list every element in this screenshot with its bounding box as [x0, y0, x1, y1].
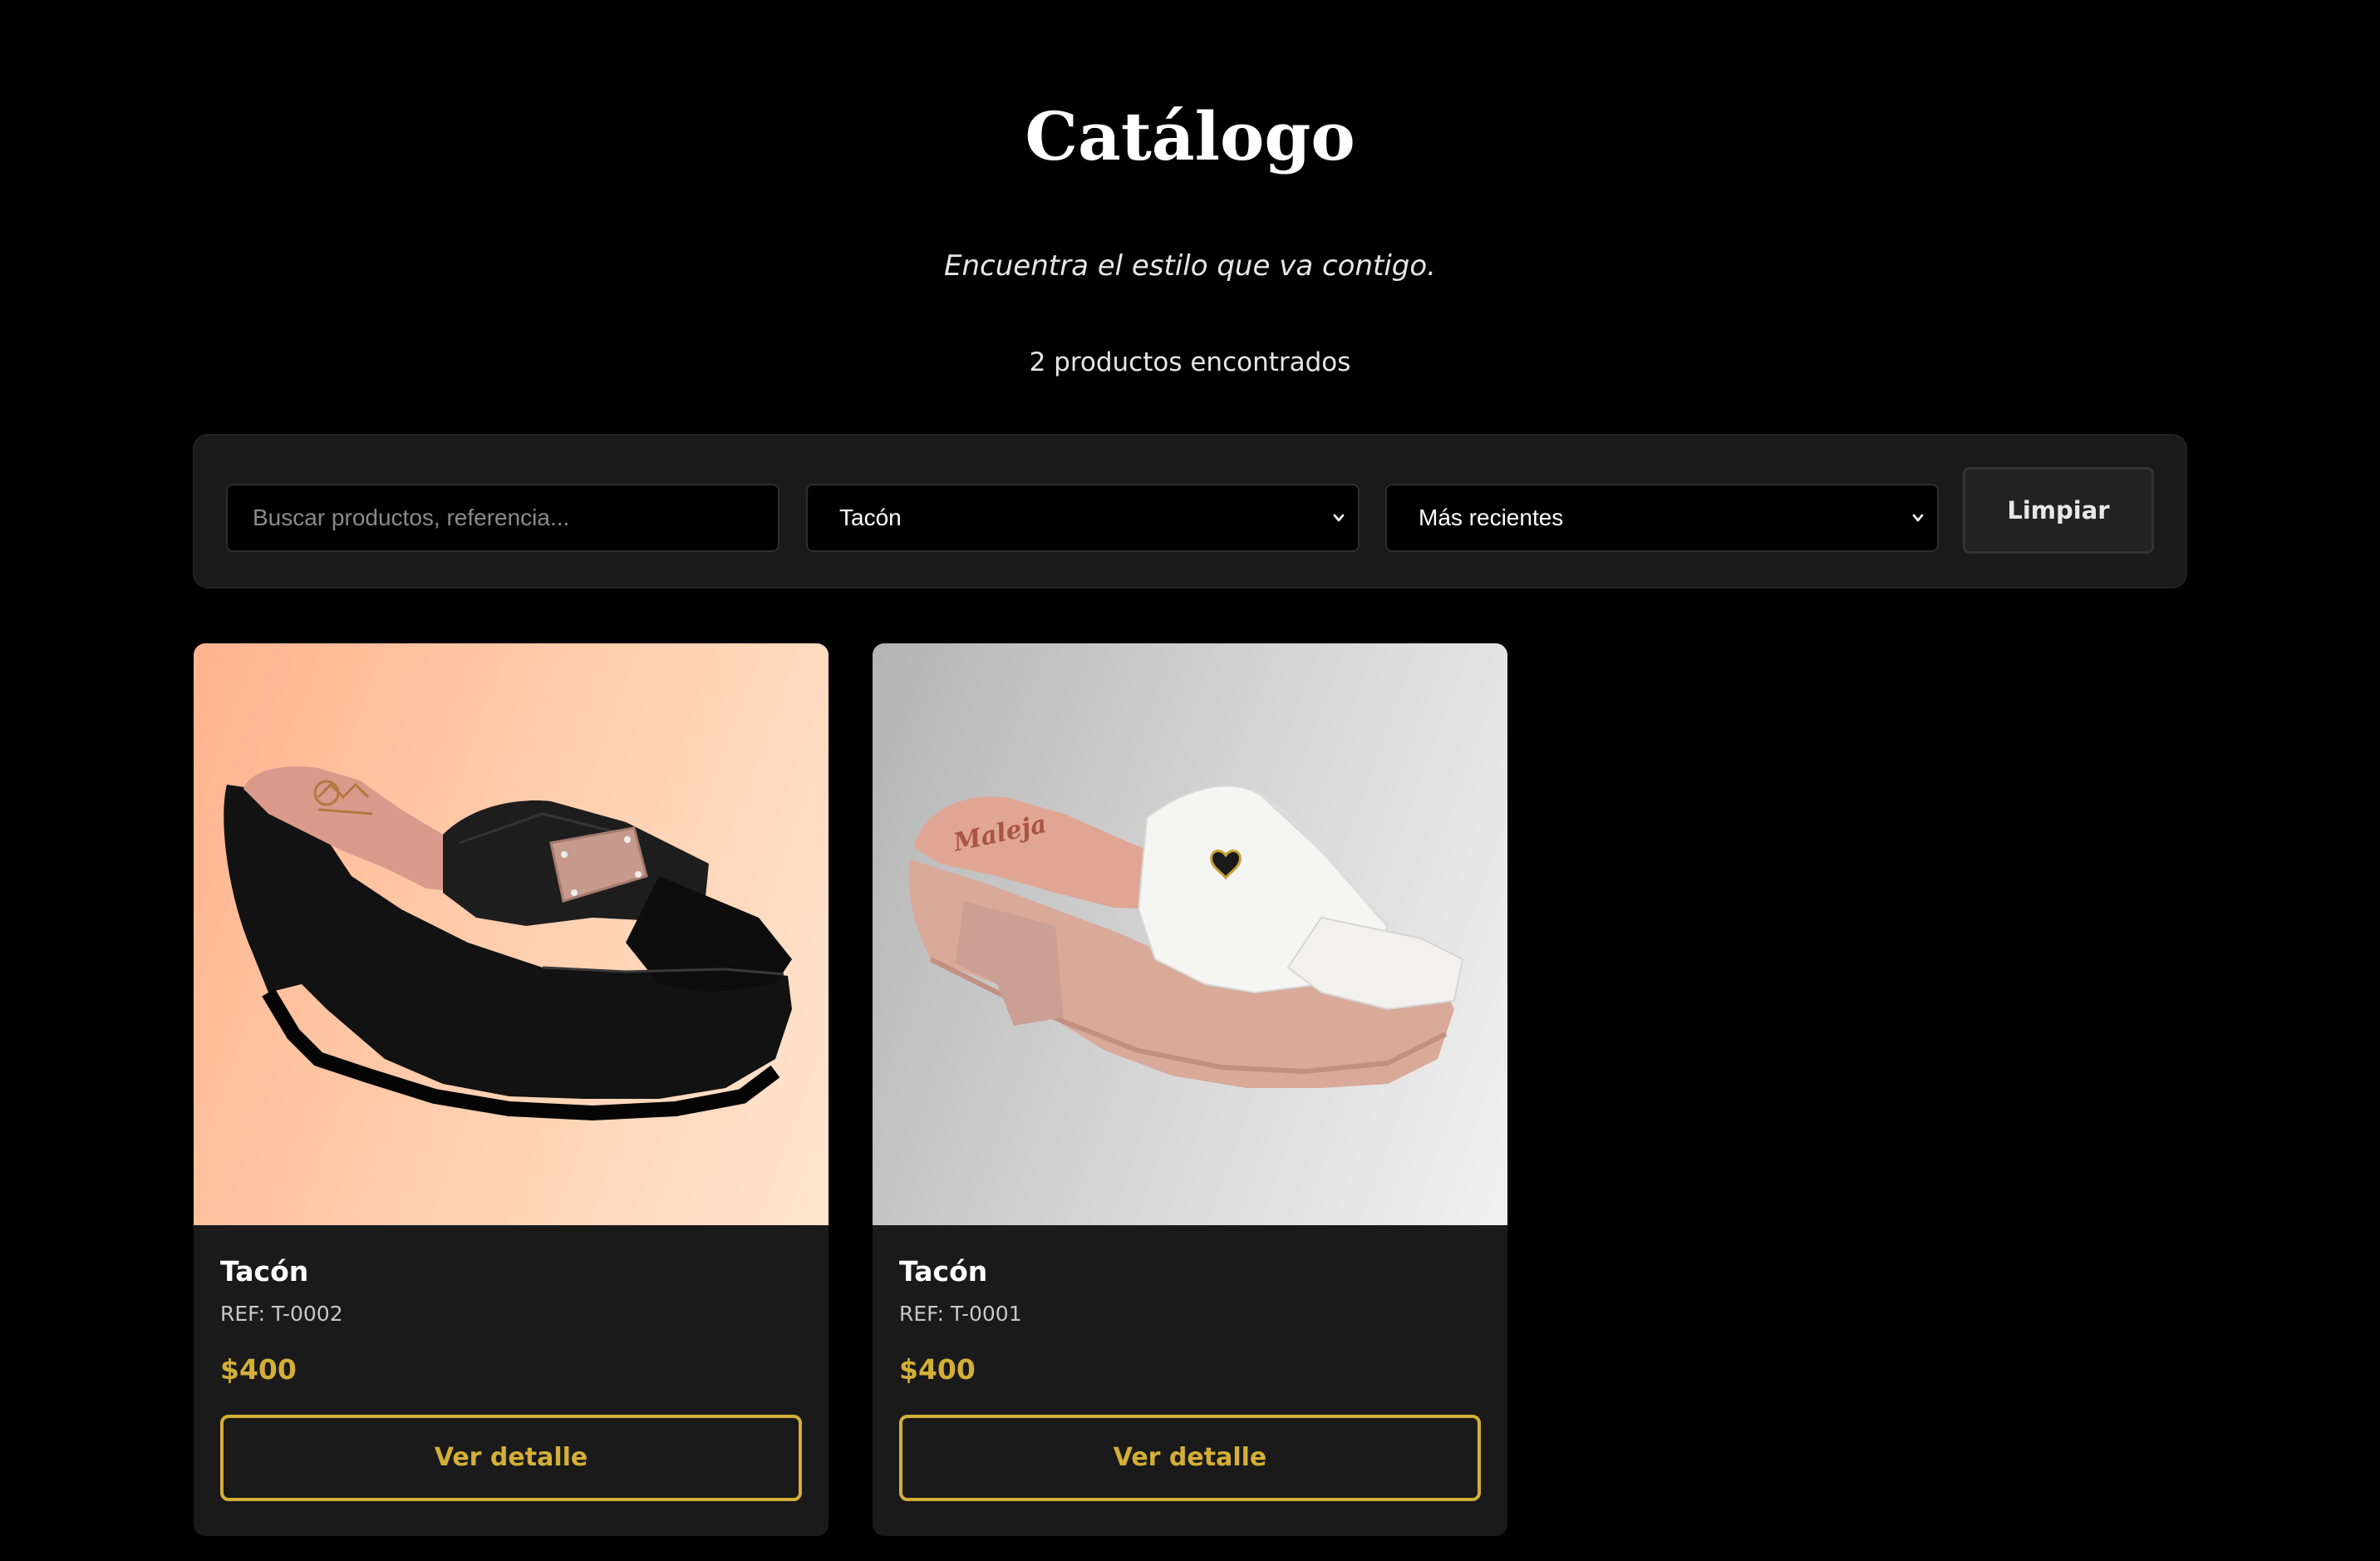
- product-ref: REF: T-0002: [220, 1302, 343, 1326]
- results-count: 2 productos encontrados: [1029, 347, 1351, 377]
- product-name: Tacón: [220, 1255, 309, 1288]
- category-select[interactable]: Tacón: [806, 484, 1360, 552]
- chevron-down-icon: [1912, 514, 1924, 522]
- sort-select[interactable]: Más recientes: [1385, 484, 1939, 552]
- product-card: Tacón REF: T-0002 $400 Ver detalle: [194, 643, 829, 1536]
- chevron-down-icon: [1333, 514, 1345, 522]
- product-card: Maleja Tacón REF: T-0001 $400 Ver detall…: [873, 643, 1507, 1536]
- clear-filters-button[interactable]: Limpiar: [1963, 467, 2154, 554]
- black-sandal-image: [224, 766, 792, 1121]
- product-ref: REF: T-0001: [899, 1302, 1022, 1326]
- page-title: Catálogo: [1025, 97, 1355, 175]
- category-select-value: Tacón: [839, 505, 902, 530]
- product-price: $400: [899, 1353, 976, 1386]
- catalog-page: Catálogo Encuentra el estilo que va cont…: [0, 0, 2380, 1561]
- product-name: Tacón: [899, 1255, 988, 1288]
- white-sandal-image: Maleja: [908, 785, 1464, 1088]
- product-image[interactable]: [194, 643, 829, 1225]
- view-detail-button[interactable]: Ver detalle: [220, 1415, 802, 1501]
- filter-bar: Buscar productos, referencia... Tacón Má…: [193, 434, 2187, 588]
- search-input[interactable]: Buscar productos, referencia...: [226, 484, 779, 552]
- sort-select-value: Más recientes: [1419, 505, 1564, 530]
- view-detail-button[interactable]: Ver detalle: [899, 1415, 1481, 1501]
- product-image[interactable]: Maleja: [873, 643, 1507, 1225]
- page-subtitle: Encuentra el estilo que va contigo.: [944, 249, 1436, 283]
- product-price: $400: [220, 1353, 297, 1386]
